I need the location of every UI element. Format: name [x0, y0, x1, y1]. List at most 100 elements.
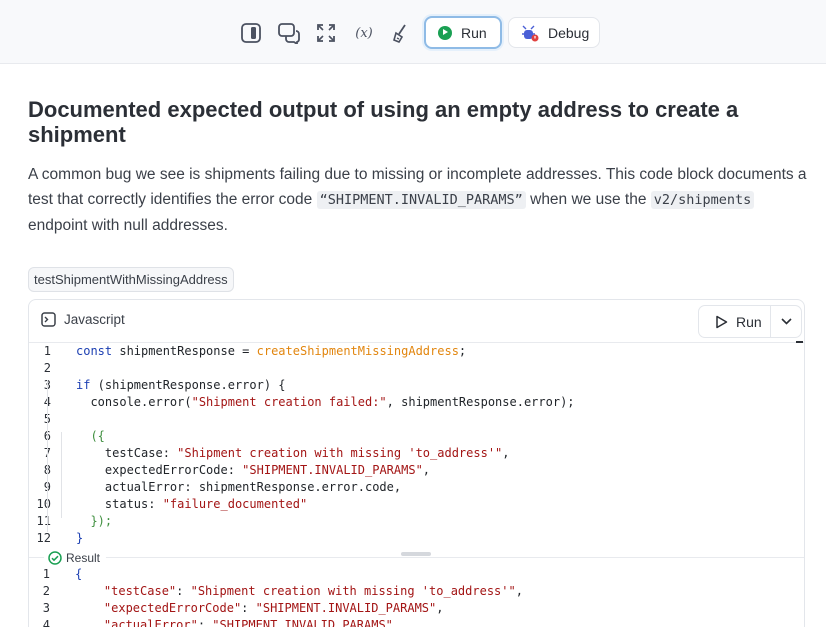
code-token: "failure_documented"	[162, 497, 308, 511]
result-line: 4 "actualError": "SHIPMENT.INVALID_PARAM…	[28, 617, 805, 627]
line-number: 3	[42, 601, 50, 615]
scroll-marker	[796, 341, 803, 343]
result-line: 1{	[28, 566, 805, 583]
line-source: actualError: shipmentResponse.error.code…	[76, 479, 401, 496]
line-source: console.error("Shipment creation failed:…	[76, 394, 575, 411]
code-block-header: Javascript Run	[29, 300, 804, 343]
line-source: "actualError": "SHIPMENT.INVALID_PARAMS"	[75, 617, 393, 627]
result-line: 3 "expectedErrorCode": "SHIPMENT.INVALID…	[28, 600, 805, 617]
language-label: Javascript	[41, 312, 125, 327]
code-token: {	[75, 567, 83, 581]
result-line: 2 "testCase": "Shipment creation with mi…	[28, 583, 805, 600]
code-token: "Shipment creation with missing 'to_addr…	[190, 584, 516, 598]
comments-icon[interactable]	[276, 20, 302, 46]
block-name-tag[interactable]: testShipmentWithMissingAddress	[28, 267, 234, 292]
code-line: 6 ({	[29, 428, 804, 445]
line-source: });	[76, 513, 112, 530]
code-line: 5	[29, 411, 804, 428]
language-name: Javascript	[64, 312, 125, 327]
inline-code-endpoint: v2/shipments	[650, 191, 755, 209]
code-line: 8 expectedErrorCode: "SHIPMENT.INVALID_P…	[29, 462, 804, 479]
code-token: "Shipment creation with missing 'to_addr…	[177, 446, 503, 460]
variables-label: (x)	[355, 25, 373, 41]
code-token: :	[176, 584, 191, 598]
code-token: :	[241, 601, 256, 615]
code-editor[interactable]: 1 const shipmentResponse = createShipment…	[29, 343, 804, 547]
line-number: 4	[42, 618, 50, 627]
indent-guide	[61, 432, 62, 518]
play-icon	[438, 25, 452, 40]
line-source: testCase: "Shipment creation with missin…	[76, 445, 510, 462]
code-token: ({	[76, 429, 105, 443]
code-line: 12}	[29, 530, 804, 547]
run-split-button: Run	[698, 305, 802, 338]
line-number: 12	[36, 531, 51, 545]
code-token: ,	[422, 463, 431, 477]
sidebar-toggle-icon[interactable]	[238, 20, 264, 46]
line-source: expectedErrorCode: "SHIPMENT.INVALID_PAR…	[76, 462, 430, 479]
check-circle-icon	[48, 550, 62, 565]
description-text-3: endpoint with null addresses.	[28, 217, 228, 234]
code-token: , shipmentResponse.error);	[386, 395, 575, 409]
code-token: ,	[436, 601, 444, 615]
line-source: status: "failure_documented"	[76, 496, 307, 513]
line-number: 2	[43, 361, 51, 375]
code-token: "actualError"	[75, 618, 198, 627]
code-token: expectedErrorCode:	[76, 463, 243, 477]
line-source: if (shipmentResponse.error) {	[76, 377, 286, 394]
debug-button-label: Debug	[548, 24, 590, 41]
chevron-down-icon	[780, 318, 792, 325]
code-token: "Shipment creation failed:"	[191, 395, 387, 409]
code-token: status:	[76, 497, 163, 511]
debug-button[interactable]: Debug	[508, 17, 600, 48]
result-label: Result	[66, 550, 101, 565]
play-outline-icon	[716, 315, 728, 328]
code-token: });	[76, 514, 113, 528]
expand-icon[interactable]	[313, 20, 339, 46]
code-token: "expectedErrorCode"	[75, 601, 242, 615]
line-source: ({	[76, 428, 105, 445]
code-token: "SHIPMENT.INVALID_PARAMS"	[212, 618, 393, 627]
line-source: {	[75, 566, 82, 583]
toolbar: (x) Run Debug	[0, 0, 826, 64]
code-token: :	[197, 618, 213, 627]
code-token: console.error(	[76, 395, 192, 409]
variables-icon[interactable]: (x)	[351, 20, 377, 46]
code-token: if	[76, 378, 91, 392]
indent-guide	[47, 380, 48, 532]
run-button[interactable]: Run	[424, 16, 502, 49]
run-options-dropdown[interactable]	[771, 306, 801, 337]
bug-icon	[522, 25, 539, 41]
code-token: }	[76, 531, 84, 545]
line-source: const shipmentResponse = createShipmentM…	[76, 343, 466, 360]
code-token: shipmentResponse =	[112, 344, 257, 358]
code-token: "testCase"	[75, 584, 177, 598]
code-token: actualError: shipmentResponse.error.code…	[76, 480, 402, 494]
code-line: 11 });	[29, 513, 804, 530]
result-badge: Result	[44, 548, 107, 567]
line-source: "expectedErrorCode": "SHIPMENT.INVALID_P…	[75, 600, 444, 617]
page-title: Documented expected output of using an e…	[28, 97, 739, 147]
code-token: (shipmentResponse.error) {	[90, 378, 286, 392]
clear-icon[interactable]	[389, 20, 415, 46]
description-text-2: when we use the	[525, 191, 651, 208]
result-divider	[29, 557, 804, 558]
code-line: 2	[29, 360, 804, 377]
code-token: "SHIPMENT.INVALID_PARAMS"	[255, 601, 437, 615]
code-line: 7 testCase: "Shipment creation with miss…	[29, 445, 804, 462]
result-output: 1{2 "testCase": "Shipment creation with …	[28, 566, 805, 627]
code-line: 3if (shipmentResponse.error) {	[29, 377, 804, 394]
code-token: testCase:	[76, 446, 178, 460]
line-number: 2	[42, 584, 50, 598]
code-token: ;	[458, 344, 467, 358]
terminal-icon	[41, 312, 56, 327]
code-line: 10 status: "failure_documented"	[29, 496, 804, 513]
code-token: "SHIPMENT.INVALID_PARAMS"	[242, 463, 423, 477]
resize-handle[interactable]	[401, 552, 431, 556]
line-number: 1	[42, 567, 50, 581]
line-source: "testCase": "Shipment creation with miss…	[75, 583, 523, 600]
block-run-button[interactable]: Run	[699, 306, 771, 337]
code-token: const	[76, 344, 113, 358]
line-source: }	[76, 530, 83, 547]
code-token: ,	[502, 446, 510, 460]
